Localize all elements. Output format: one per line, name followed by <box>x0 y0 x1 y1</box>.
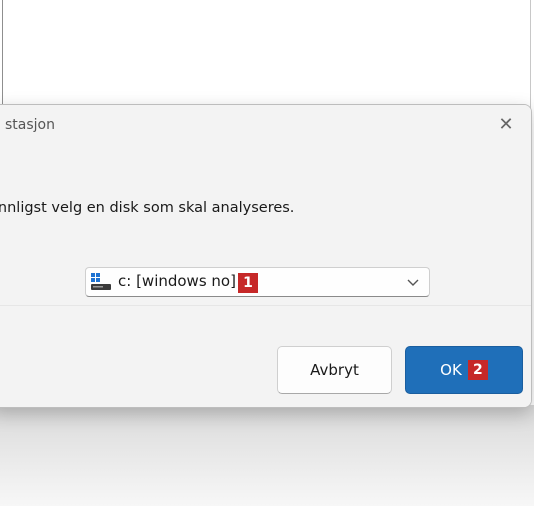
dialog-title: stasjon <box>5 117 55 133</box>
background-window-edge <box>2 0 3 106</box>
dialog-titlebar[interactable]: stasjon ✕ <box>0 105 531 145</box>
ok-button-label: OK <box>440 361 462 379</box>
chevron-down-icon[interactable] <box>405 274 421 290</box>
drive-icon <box>90 272 112 292</box>
dialog-prompt: ennligst velg en disk som skal analysere… <box>0 200 295 216</box>
select-drive-dialog: stasjon ✕ ennligst velg en disk som skal… <box>0 104 532 408</box>
drive-select-label: c: [windows no] <box>118 272 236 290</box>
callout-badge-1: 1 <box>237 273 258 293</box>
drive-select-value: c: [windows no] 1 <box>118 272 258 293</box>
ok-button[interactable]: OK 2 <box>405 346 523 394</box>
close-icon[interactable]: ✕ <box>493 113 519 137</box>
cancel-button[interactable]: Avbryt <box>277 346 392 394</box>
callout-badge-2: 2 <box>467 360 488 380</box>
drive-select[interactable]: c: [windows no] 1 <box>85 267 430 297</box>
background-shade <box>0 405 534 506</box>
